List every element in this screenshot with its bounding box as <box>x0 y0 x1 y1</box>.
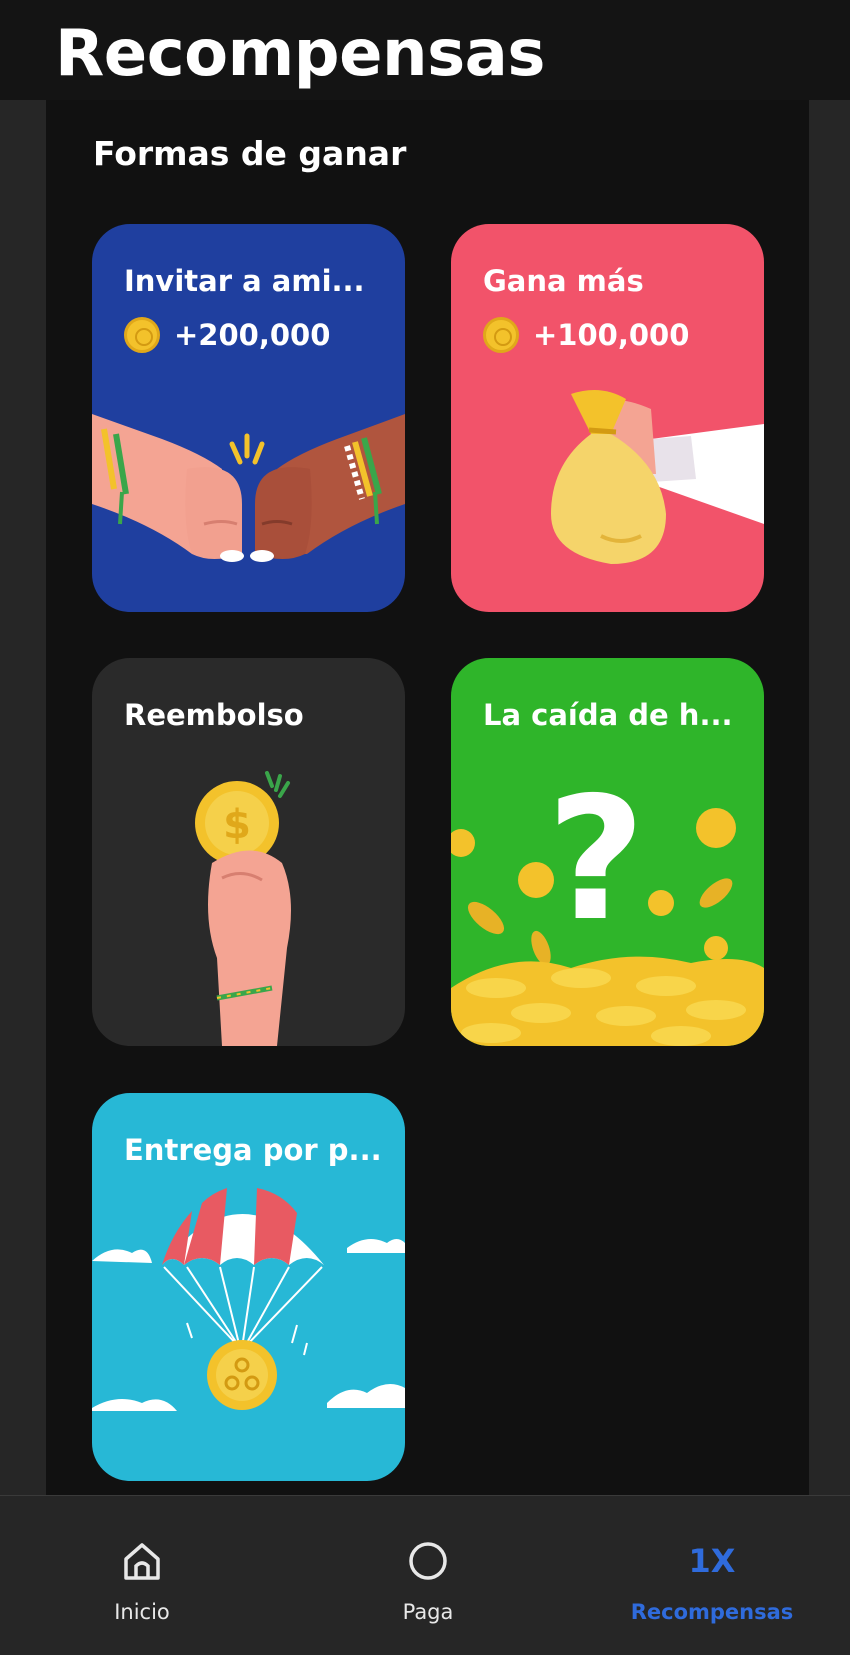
reward-amount: +100,000 <box>533 318 690 352</box>
card-title: Entrega por p... <box>124 1133 382 1167</box>
nav-label: Recompensas <box>630 1600 794 1624</box>
svg-text:?: ? <box>547 761 646 959</box>
coin-drop-card[interactable]: ? La caída de h... <box>451 658 764 1046</box>
card-title: Gana más <box>483 264 644 298</box>
card-title: Reembolso <box>124 698 304 732</box>
nav-label: Inicio <box>114 1600 170 1624</box>
nav-item-recompensas[interactable]: 1X Recompensas <box>612 1536 812 1624</box>
svg-text:$: $ <box>223 802 251 848</box>
nav-label: Paga <box>402 1600 454 1624</box>
section-title: Formas de ganar <box>93 134 407 173</box>
top-bar: Recompensas <box>0 0 850 100</box>
earn-more-card[interactable]: Gana más +100,000 <box>451 224 764 612</box>
nav-item-paga[interactable]: Paga <box>328 1536 528 1624</box>
card-reward: +200,000 <box>124 317 330 353</box>
bottom-nav: Inicio Paga 1X Recompensas <box>0 1495 850 1655</box>
card-reward: +100,000 <box>483 317 689 353</box>
home-icon <box>42 1536 242 1586</box>
card-title: Invitar a ami... <box>124 264 365 298</box>
circle-icon <box>328 1536 528 1586</box>
airdrop-card[interactable]: Entrega por p... <box>92 1093 405 1481</box>
coin-icon <box>483 317 519 353</box>
reward-amount: +200,000 <box>174 318 331 352</box>
invite-friends-card[interactable]: Invitar a ami... +200,000 <box>92 224 405 612</box>
card-title: La caída de h... <box>483 698 733 732</box>
coin-icon <box>124 317 160 353</box>
rewards-content[interactable]: Formas de ganar Invitar a ami... +200,00… <box>46 100 809 1496</box>
refund-card[interactable]: $ Reembolso <box>92 658 405 1046</box>
rewards-1x-icon: 1X <box>688 1542 736 1580</box>
page-title: Recompensas <box>55 17 545 91</box>
nav-item-inicio[interactable]: Inicio <box>42 1536 242 1624</box>
